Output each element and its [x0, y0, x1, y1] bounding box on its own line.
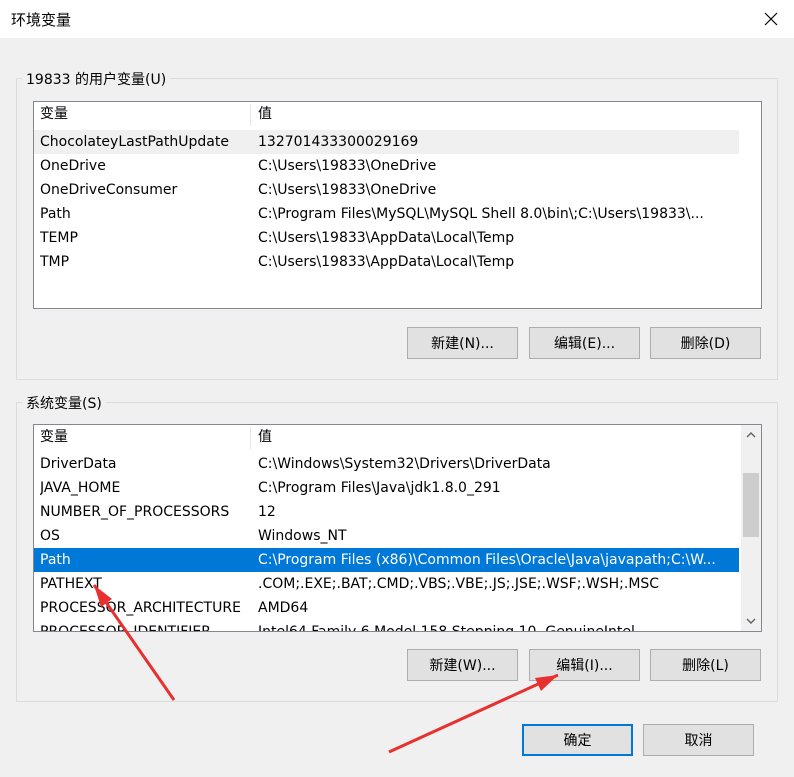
table-row[interactable]: ChocolateyLastPathUpdate 132701433300029…: [34, 130, 739, 154]
variable-name: OneDriveConsumer: [40, 182, 178, 198]
table-row[interactable]: TMP C:\Users\19833\AppData\Local\Temp: [34, 250, 739, 274]
table-row-selected[interactable]: Path C:\Program Files (x86)\Common Files…: [34, 548, 739, 572]
variable-name: OS: [40, 528, 60, 544]
variable-name: NUMBER_OF_PROCESSORS: [40, 504, 230, 520]
scroll-up-button[interactable]: [741, 425, 761, 445]
table-row[interactable]: PATHEXT .COM;.EXE;.BAT;.CMD;.VBS;.VBE;.J…: [34, 572, 739, 596]
variable-value: C:\Program Files (x86)\Common Files\Orac…: [258, 552, 716, 568]
variable-value: C:\Windows\System32\Drivers\DriverData: [258, 456, 551, 472]
user-variables-list[interactable]: 变量 值 ChocolateyLastPathUpdate 1327014333…: [33, 101, 762, 309]
table-row[interactable]: DriverData C:\Windows\System32\Drivers\D…: [34, 452, 739, 476]
variable-value: 12: [258, 504, 276, 520]
table-row[interactable]: Path C:\Program Files\MySQL\MySQL Shell …: [34, 202, 739, 226]
variable-value: .COM;.EXE;.BAT;.CMD;.VBS;.VBE;.JS;.JSE;.…: [258, 576, 660, 592]
variable-value: C:\Users\19833\AppData\Local\Temp: [258, 254, 515, 270]
table-row[interactable]: OS Windows_NT: [34, 524, 739, 548]
title-bar: 环境变量: [0, 0, 794, 38]
vertical-scrollbar[interactable]: [741, 425, 761, 631]
column-divider[interactable]: [250, 427, 251, 449]
system-variables-legend: 系统变量(S): [22, 393, 106, 413]
ok-button[interactable]: 确定: [522, 724, 633, 756]
column-header-name[interactable]: 变量: [40, 425, 248, 449]
close-button[interactable]: [748, 0, 794, 38]
scrollbar-thumb[interactable]: [743, 473, 759, 537]
user-variables-legend: 19833 的用户变量(U): [22, 69, 171, 89]
column-header-value[interactable]: 值: [258, 425, 736, 449]
variable-value: C:\Program Files\Java\jdk1.8.0_291: [258, 480, 501, 496]
variable-name: PATHEXT: [40, 576, 102, 592]
table-row[interactable]: NUMBER_OF_PROCESSORS 12: [34, 500, 739, 524]
variable-name: Path: [40, 552, 71, 568]
scroll-down-button[interactable]: [741, 611, 761, 631]
table-row[interactable]: PROCESSOR_IDENTIFIER Intel64 Family 6 Mo…: [34, 620, 739, 632]
variable-name: JAVA_HOME: [40, 480, 121, 496]
window-title: 环境变量: [11, 11, 72, 29]
table-row[interactable]: PROCESSOR_ARCHITECTURE AMD64: [34, 596, 739, 620]
list-header: 变量 值: [34, 102, 739, 126]
variable-name: TMP: [40, 254, 70, 270]
column-header-name[interactable]: 变量: [40, 102, 248, 126]
chevron-down-icon: [746, 618, 756, 624]
column-divider[interactable]: [250, 104, 251, 126]
close-icon: [764, 12, 778, 26]
variable-value: AMD64: [258, 600, 309, 616]
user-delete-button[interactable]: 删除(D): [650, 327, 761, 359]
variable-name: PROCESSOR_ARCHITECTURE: [40, 600, 241, 616]
variable-name: ChocolateyLastPathUpdate: [40, 134, 229, 150]
list-header: 变量 值: [34, 425, 739, 449]
variable-name: PROCESSOR_IDENTIFIER: [40, 624, 211, 632]
table-row[interactable]: OneDriveConsumer C:\Users\19833\OneDrive: [34, 178, 739, 202]
table-row[interactable]: JAVA_HOME C:\Program Files\Java\jdk1.8.0…: [34, 476, 739, 500]
system-edit-button[interactable]: 编辑(I)...: [529, 649, 640, 681]
chevron-up-icon: [746, 432, 756, 438]
table-row[interactable]: OneDrive C:\Users\19833\OneDrive: [34, 154, 739, 178]
variable-name: TEMP: [40, 230, 78, 246]
variable-value: C:\Users\19833\AppData\Local\Temp: [258, 230, 515, 246]
user-new-button[interactable]: 新建(N)...: [407, 327, 518, 359]
variable-value: Windows_NT: [258, 528, 347, 544]
variable-name: Path: [40, 206, 71, 222]
system-new-button[interactable]: 新建(W)...: [407, 649, 518, 681]
variable-value: C:\Users\19833\OneDrive: [258, 182, 437, 198]
variable-value: C:\Program Files\MySQL\MySQL Shell 8.0\b…: [258, 206, 704, 222]
variable-value: C:\Users\19833\OneDrive: [258, 158, 437, 174]
cancel-button[interactable]: 取消: [643, 724, 754, 756]
system-delete-button[interactable]: 删除(L): [650, 649, 761, 681]
user-edit-button[interactable]: 编辑(E)...: [529, 327, 640, 359]
variable-name: DriverData: [40, 456, 117, 472]
variable-name: OneDrive: [40, 158, 106, 174]
table-row[interactable]: TEMP C:\Users\19833\AppData\Local\Temp: [34, 226, 739, 250]
variable-value: 132701433300029169: [258, 134, 419, 150]
variable-value: Intel64 Family 6 Model 158 Stepping 10, …: [258, 624, 635, 632]
column-header-value[interactable]: 值: [258, 102, 736, 126]
system-variables-list[interactable]: 变量 值 DriverData C:\Windows\System32\Driv…: [33, 424, 762, 632]
